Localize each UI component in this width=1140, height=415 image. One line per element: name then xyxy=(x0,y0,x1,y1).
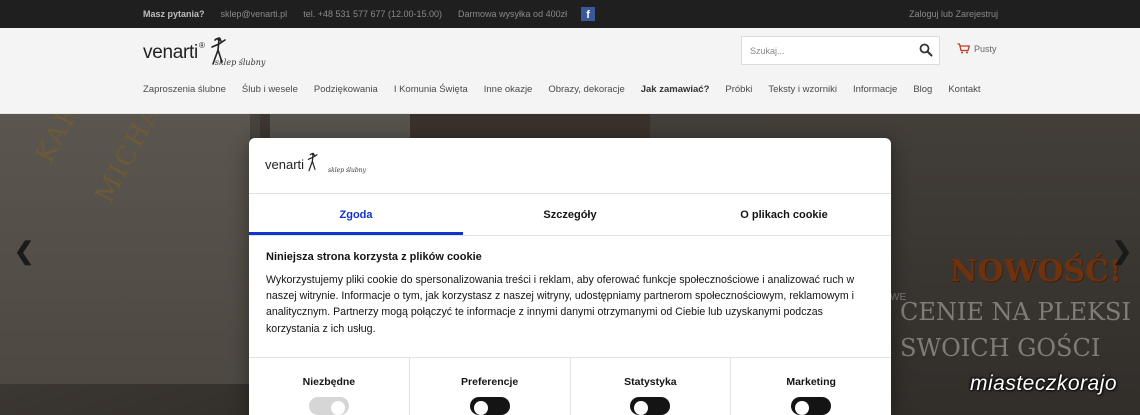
nav-item[interactable]: Teksty i wzorniki xyxy=(768,84,837,95)
nav-item[interactable]: Ślub i wesele xyxy=(242,84,298,95)
nav-item[interactable]: Informacje xyxy=(853,84,897,95)
nav-item[interactable]: Blog xyxy=(913,84,932,95)
cookie-category-toggle[interactable] xyxy=(469,397,510,415)
cookie-tab-2[interactable]: O plikach cookie xyxy=(677,194,891,235)
cookie-category-label: Niezbędne xyxy=(302,376,356,388)
slider-prev-arrow[interactable]: ❮ xyxy=(14,237,34,266)
cookie-category: Marketing xyxy=(731,358,891,415)
divider xyxy=(249,235,891,236)
cookie-consent-dialog: venarti sklep ślubny Zgoda Szczegóły O pli… xyxy=(249,138,891,415)
cookie-categories: Niezbędne Preferencje Statystyka Marketing xyxy=(249,358,891,415)
cookie-category: Statystyka xyxy=(571,358,732,415)
dialog-logo-tagline: sklep ślubny xyxy=(328,167,366,174)
nav-item[interactable]: I Komunia Święta xyxy=(394,84,468,95)
toggle-knob xyxy=(795,401,810,415)
cookie-category: Niezbędne xyxy=(249,358,410,415)
search-icon[interactable] xyxy=(919,43,933,57)
cart-button[interactable]: Pusty xyxy=(957,43,997,54)
toggle-knob xyxy=(330,401,345,415)
logo-registered-mark: ® xyxy=(198,41,205,50)
site-header: venarti ® sklep ślubny Pusty Zaproszenia… xyxy=(0,28,1140,114)
nav-item[interactable]: Zaproszenia ślubne xyxy=(143,84,226,95)
dancer-logo-icon xyxy=(307,152,318,172)
cookie-category-toggle[interactable] xyxy=(630,397,671,415)
nav-item[interactable]: Obrazy, dekoracje xyxy=(548,84,624,95)
cart-icon xyxy=(957,43,970,54)
main-nav: Zaproszenia ślubne Ślub i wesele Podziękow… xyxy=(143,84,997,95)
cookie-description: Niniejsza strona korzysta z plików cooki… xyxy=(266,251,872,337)
dialog-logo-brand: venarti xyxy=(265,157,305,172)
slider-next-arrow[interactable]: ❯ xyxy=(1112,237,1132,266)
cookie-body-text: Wykorzystujemy pliki cookie do spersonal… xyxy=(266,274,855,335)
cookie-category-label: Preferencje xyxy=(461,376,519,388)
cookie-category: Preferencje xyxy=(410,358,571,415)
cookie-tab-1[interactable]: Szczegóły xyxy=(463,194,677,235)
login-register-link[interactable]: Zaloguj lub Zarejestruj xyxy=(909,0,998,28)
cookie-category-toggle xyxy=(308,397,349,415)
top-bar: Masz pytania? sklep@venarti.pl tel. +48 … xyxy=(0,0,1140,28)
contact-phone: tel. +48 531 577 677 (12.00-15.00) xyxy=(303,9,443,19)
cart-status: Pusty xyxy=(974,43,997,54)
nav-item[interactable]: Podziękowania xyxy=(314,84,378,95)
search-input[interactable] xyxy=(742,37,912,64)
toggle-knob xyxy=(634,401,649,415)
dialog-logo: venarti sklep ślubny xyxy=(265,152,366,174)
cookie-category-label: Statystyka xyxy=(624,376,677,388)
nav-item[interactable]: Kontakt xyxy=(948,84,980,95)
cookie-heading: Niniejsza strona korzysta z plików cooki… xyxy=(266,251,482,263)
cookie-category-toggle[interactable] xyxy=(791,397,832,415)
logo-brand: venarti xyxy=(143,42,198,63)
site-logo[interactable]: venarti ® sklep ślubny xyxy=(143,37,266,67)
nav-item[interactable]: Próbki xyxy=(725,84,752,95)
watermark-text: miasteczkorajo xyxy=(970,372,1118,395)
nav-item[interactable]: Jak zamawiać? xyxy=(641,84,710,95)
cookie-tab-0[interactable]: Zgoda xyxy=(249,194,463,235)
toggle-knob xyxy=(473,401,488,415)
cookie-category-label: Marketing xyxy=(786,376,836,388)
search-box xyxy=(741,36,940,65)
nav-item[interactable]: Inne okazje xyxy=(484,84,533,95)
cookie-tabs: Zgoda Szczegóły O plikach cookie xyxy=(249,194,891,235)
free-shipping-info: Darmowa wysyłka od 400zł xyxy=(458,9,568,19)
logo-tagline: sklep ślubny xyxy=(214,58,266,67)
contact-email-link[interactable]: sklep@venarti.pl xyxy=(221,9,288,19)
facebook-icon[interactable]: f xyxy=(581,7,596,21)
contact-question: Masz pytania? xyxy=(143,9,205,19)
